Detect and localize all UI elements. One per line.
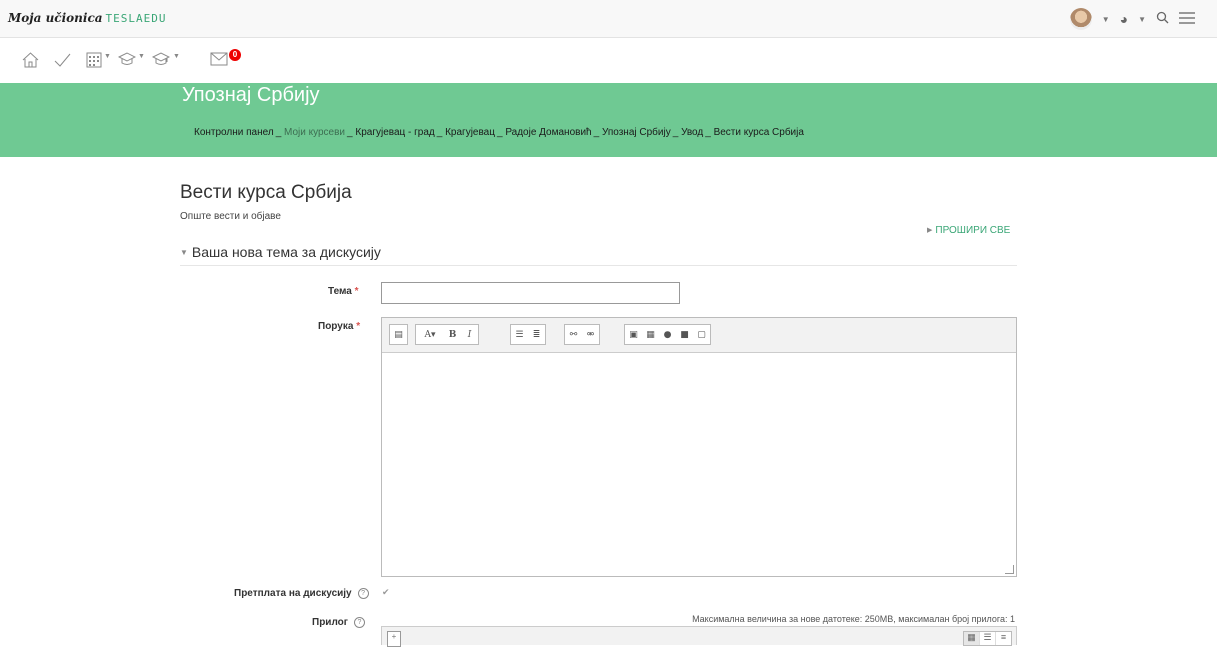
toolbar-group: ▤: [389, 324, 408, 345]
toolbar-group: ☰ ≣: [510, 324, 546, 345]
divider: [180, 265, 1017, 266]
subscription-label-text: Претплата на дискусију: [234, 588, 352, 599]
breadcrumb-item[interactable]: Увод: [681, 127, 703, 138]
subscription-label: Претплата на дискусију?: [234, 588, 369, 599]
chevron-down-icon[interactable]: ▼: [104, 53, 111, 60]
help-icon[interactable]: ?: [357, 588, 369, 599]
tree-view-icon[interactable]: ≡: [995, 632, 1011, 645]
add-file-icon[interactable]: +: [387, 631, 401, 647]
message-editor: ▤ A▾ B I ☰ ≣ ⚯ ⚮ ▣ ▦ ● ■ ▢: [381, 317, 1017, 577]
attachment-label: Прилог?: [312, 617, 365, 628]
breadcrumb-item[interactable]: Крагујевац: [445, 127, 495, 138]
unordered-list-icon[interactable]: ☰: [511, 325, 528, 344]
file-manager: + ▦ ☰ ≡: [381, 626, 1017, 647]
messages-badge: 0: [229, 49, 241, 61]
forum-description: Опште вести и објаве: [180, 211, 281, 222]
user-menu-area: ▼ ◕ ▼: [1069, 8, 1195, 30]
page-header: Упознај Србију Контролни панел _ Моји кур…: [0, 83, 1217, 157]
topic-label-text: Тема: [328, 286, 352, 297]
media-icon[interactable]: ▦: [642, 325, 659, 344]
globe-icon[interactable]: ◕: [1120, 11, 1128, 27]
course-title[interactable]: Упознај Србију: [182, 84, 320, 107]
logo-text: Moja učionica: [8, 11, 103, 25]
attachment-label-text: Прилог: [312, 617, 348, 628]
quick-links-bar: ▼ ▼ ▼ 0: [0, 38, 1217, 83]
paragraph-styles-icon[interactable]: A▾: [416, 325, 444, 344]
mail-icon[interactable]: [210, 52, 228, 70]
chevron-down-icon[interactable]: ▼: [138, 53, 145, 60]
help-icon[interactable]: ?: [353, 617, 365, 628]
caret-down-icon: ▼: [180, 248, 188, 257]
breadcrumb-item[interactable]: Контролни панел: [194, 127, 274, 138]
site-logo[interactable]: Moja učionica TESLAEDU: [8, 11, 167, 25]
bold-icon[interactable]: B: [444, 325, 461, 344]
graduation-cap-icon[interactable]: [117, 52, 137, 70]
calendar-icon[interactable]: [86, 52, 102, 72]
editor-toolbar: ▤ A▾ B I ☰ ≣ ⚯ ⚮ ▣ ▦ ● ■ ▢: [382, 318, 1016, 353]
grid-view-icon[interactable]: ▦: [964, 632, 979, 645]
chevron-down-icon[interactable]: ▼: [173, 53, 180, 60]
required-icon: *: [356, 321, 361, 332]
breadcrumb-item[interactable]: Упознај Србију: [602, 127, 671, 138]
topic-label: Тема *: [328, 286, 359, 297]
expand-all-label: ПРОШИРИ СВЕ: [935, 225, 1011, 236]
breadcrumb-item[interactable]: Вести курса Србија: [714, 127, 804, 138]
video-icon[interactable]: ■: [676, 325, 693, 344]
subscription-checkbox[interactable]: ✔: [382, 587, 390, 598]
search-icon[interactable]: [1156, 11, 1169, 27]
ordered-list-icon[interactable]: ≣: [528, 325, 545, 344]
image-icon[interactable]: ▣: [625, 325, 642, 344]
topic-input[interactable]: [381, 282, 680, 304]
breadcrumb-item[interactable]: Радоје Домановић: [505, 127, 591, 138]
unlink-icon[interactable]: ⚮: [582, 325, 599, 344]
breadcrumb: Контролни панел _ Моји курсеви _ Крагујева…: [194, 127, 804, 138]
toolbar-group: ⚯ ⚮: [564, 324, 600, 345]
hamburger-menu-icon[interactable]: [1179, 11, 1195, 27]
attachment-limits-note: Максимална величина за нове датотеке: 25…: [692, 614, 1015, 624]
chevron-down-icon[interactable]: ▼: [1102, 15, 1110, 24]
section-toggle[interactable]: ▼ Ваша нова тема за дискусију: [180, 244, 381, 260]
message-label-text: Порука: [318, 321, 354, 332]
toolbar-group: ▣ ▦ ● ■ ▢: [624, 324, 711, 345]
graduation-cap-alt-icon[interactable]: [151, 52, 171, 70]
breadcrumb-item[interactable]: Моји курсеви: [284, 127, 345, 138]
expand-all-link[interactable]: ▶ ПРОШИРИ СВЕ: [927, 225, 1010, 236]
microphone-icon[interactable]: ●: [659, 325, 676, 344]
link-icon[interactable]: ⚯: [565, 325, 582, 344]
chevron-down-icon[interactable]: ▼: [1138, 15, 1146, 24]
show-more-buttons-icon[interactable]: ▤: [390, 325, 407, 344]
page-title: Вести курса Србија: [180, 182, 352, 203]
required-icon: *: [354, 286, 359, 297]
caret-right-icon: ▶: [927, 227, 933, 234]
section-title: Ваша нова тема за дискусију: [191, 244, 381, 260]
italic-icon[interactable]: I: [461, 325, 478, 344]
breadcrumb-item[interactable]: Крагујевац - град: [355, 127, 434, 138]
checkmark-icon[interactable]: [54, 52, 71, 72]
toolbar-group: A▾ B I: [415, 324, 479, 345]
manage-files-icon[interactable]: ▢: [693, 325, 710, 344]
list-view-icon[interactable]: ☰: [979, 632, 995, 645]
resize-handle-icon[interactable]: [1005, 565, 1014, 574]
logo-brand: TESLAEDU: [105, 12, 167, 25]
top-navbar: Moja učionica TESLAEDU ▼ ◕ ▼: [0, 0, 1217, 38]
avatar[interactable]: [1069, 8, 1092, 30]
message-label: Порука *: [318, 321, 360, 332]
home-icon[interactable]: [22, 52, 39, 72]
